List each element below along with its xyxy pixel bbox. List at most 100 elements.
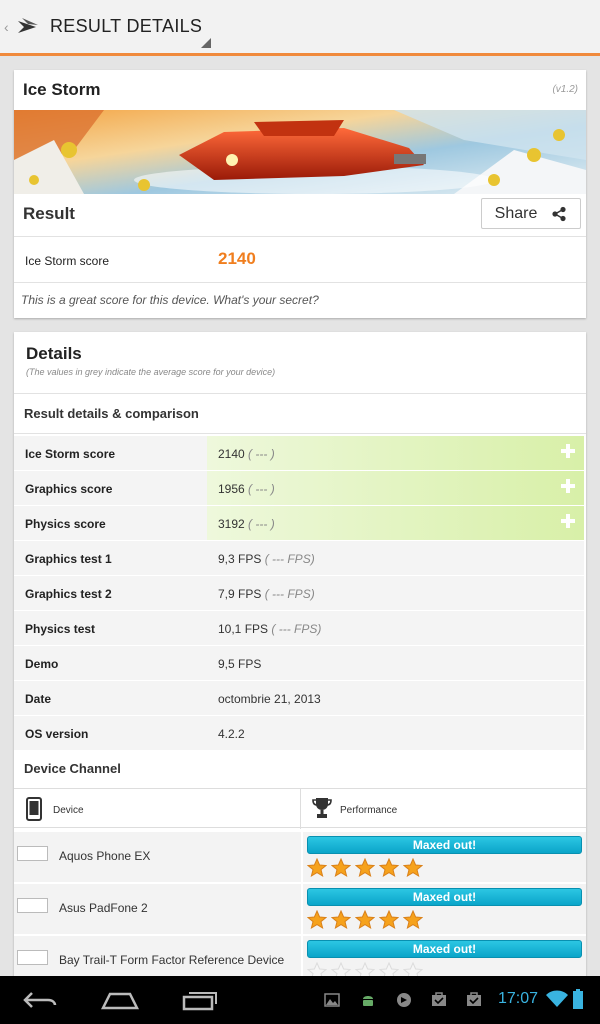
wifi-icon [546, 990, 568, 1007]
detail-label: Ice Storm score [25, 447, 116, 461]
divider [14, 236, 586, 237]
detail-row: Date octombrie 21, 2013 [14, 681, 584, 715]
recent-apps-icon[interactable] [182, 988, 220, 1012]
detail-row: Graphics test 2 7,9 FPS ( --- FPS) [14, 576, 584, 610]
star-icon [331, 910, 351, 930]
detail-value-text: 3192 [218, 517, 245, 531]
device-cell: Asus PadFone 2 [14, 884, 301, 934]
device-thumbnail [17, 898, 48, 913]
detail-value: 1956 ( --- ) [218, 482, 275, 496]
star-icon [307, 910, 327, 930]
performance-cell: Maxed out! [303, 832, 586, 882]
divider [14, 393, 586, 394]
star-icon [307, 858, 327, 878]
details-title: Details [26, 344, 82, 363]
system-navigation-bar: 17:07 [0, 976, 600, 1024]
action-bar: ‹ RESULT DETAILS [0, 0, 600, 56]
star-icon [331, 858, 351, 878]
divider [14, 282, 586, 283]
details-card: Details (The values in grey indicate the… [14, 332, 586, 982]
detail-row: Demo 9,5 FPS [14, 646, 584, 680]
detail-value: 4.2.2 [218, 727, 245, 741]
detail-row: Physics test 10,1 FPS ( --- FPS) [14, 611, 584, 645]
detail-label: Graphics test 1 [25, 552, 112, 566]
device-thumbnail [17, 950, 48, 965]
detail-value-cell: 2140 ( --- ) [207, 436, 584, 470]
detail-value: 3192 ( --- ) [218, 517, 275, 531]
comparison-title: Result details & comparison [24, 406, 199, 421]
detail-average: ( --- FPS) [264, 587, 315, 601]
detail-value-text: 4.2.2 [218, 727, 245, 741]
expand-plus-icon[interactable] [560, 513, 576, 529]
device-row[interactable]: Aquos Phone EX Maxed out! [14, 832, 586, 882]
maxed-out-badge: Maxed out! [307, 940, 582, 958]
detail-label: Graphics score [25, 482, 113, 496]
star-icon [379, 858, 399, 878]
detail-value-text: 2140 [218, 447, 245, 461]
maxed-out-badge: Maxed out! [307, 836, 582, 854]
detail-row: Graphics test 1 9,3 FPS ( --- FPS) [14, 541, 584, 575]
result-heading: Result [23, 204, 75, 223]
share-label: Share [494, 204, 538, 222]
device-column-label: Device [53, 805, 84, 816]
detail-value: 10,1 FPS ( --- FPS) [218, 622, 321, 636]
result-card: Ice Storm (v1.2) Result Share Ice Storm … [14, 70, 586, 318]
score-row: Ice Storm score 2140 [14, 238, 586, 282]
detail-value-cell: 10,1 FPS ( --- FPS) [207, 611, 584, 645]
column-divider [300, 789, 301, 829]
detail-value-text: octombrie 21, 2013 [218, 692, 321, 706]
device-channel-header: Device Performance [14, 788, 586, 829]
detail-row[interactable]: Ice Storm score 2140 ( --- ) [14, 436, 584, 470]
share-button[interactable]: Share [481, 198, 581, 229]
app-logo-icon[interactable] [16, 15, 40, 39]
detail-row: OS version 4.2.2 [14, 716, 584, 750]
store-bag-icon-2 [467, 992, 481, 1006]
back-icon[interactable] [22, 990, 58, 1010]
star-rating [307, 858, 427, 880]
clock: 17:07 [498, 990, 539, 1007]
score-value: 2140 [218, 249, 256, 268]
detail-value-cell: 3192 ( --- ) [207, 506, 584, 540]
page-title: RESULT DETAILS [50, 16, 203, 36]
home-icon[interactable] [100, 990, 140, 1010]
detail-value-cell: octombrie 21, 2013 [207, 681, 584, 715]
dropdown-indicator-icon[interactable] [201, 38, 211, 48]
detail-row[interactable]: Graphics score 1956 ( --- ) [14, 471, 584, 505]
detail-value-cell: 1956 ( --- ) [207, 471, 584, 505]
ice-storm-banner-image [14, 110, 586, 194]
device-name: Aquos Phone EX [59, 849, 151, 863]
detail-row[interactable]: Physics score 3192 ( --- ) [14, 506, 584, 540]
detail-value: 9,3 FPS ( --- FPS) [218, 552, 315, 566]
expand-plus-icon[interactable] [560, 443, 576, 459]
up-chevron-icon[interactable]: ‹ [4, 19, 14, 35]
device-name: Bay Trail-T Form Factor Reference Device [59, 953, 285, 967]
expand-plus-icon[interactable] [560, 478, 576, 494]
star-icon [355, 858, 375, 878]
detail-average: ( --- ) [248, 447, 275, 461]
score-message: This is a great score for this device. W… [21, 293, 319, 307]
star-rating [307, 910, 427, 932]
device-cell: Aquos Phone EX [14, 832, 301, 882]
detail-label: OS version [25, 727, 89, 741]
3dmark-notification-icon [397, 993, 411, 1007]
maxed-out-badge: Maxed out! [307, 888, 582, 906]
detail-label: Date [25, 692, 52, 706]
detail-value: 2140 ( --- ) [218, 447, 275, 461]
performance-cell: Maxed out! [303, 884, 586, 934]
star-icon [379, 910, 399, 930]
store-bag-icon [432, 992, 446, 1006]
battery-icon [573, 989, 583, 1009]
star-icon [403, 858, 423, 878]
performance-column-label: Performance [340, 805, 398, 816]
phone-icon [26, 797, 42, 821]
detail-value-cell: 4.2.2 [207, 716, 584, 750]
device-thumbnail [17, 846, 48, 861]
device-row[interactable]: Asus PadFone 2 Maxed out! [14, 884, 586, 934]
score-label: Ice Storm score [25, 254, 110, 268]
detail-value-text: 1956 [218, 482, 245, 496]
detail-label: Graphics test 2 [25, 587, 112, 601]
version-label: (v1.2) [552, 84, 578, 95]
android-debug-icon [363, 996, 373, 1006]
detail-value: octombrie 21, 2013 [218, 692, 321, 706]
detail-average: ( --- FPS) [264, 552, 315, 566]
